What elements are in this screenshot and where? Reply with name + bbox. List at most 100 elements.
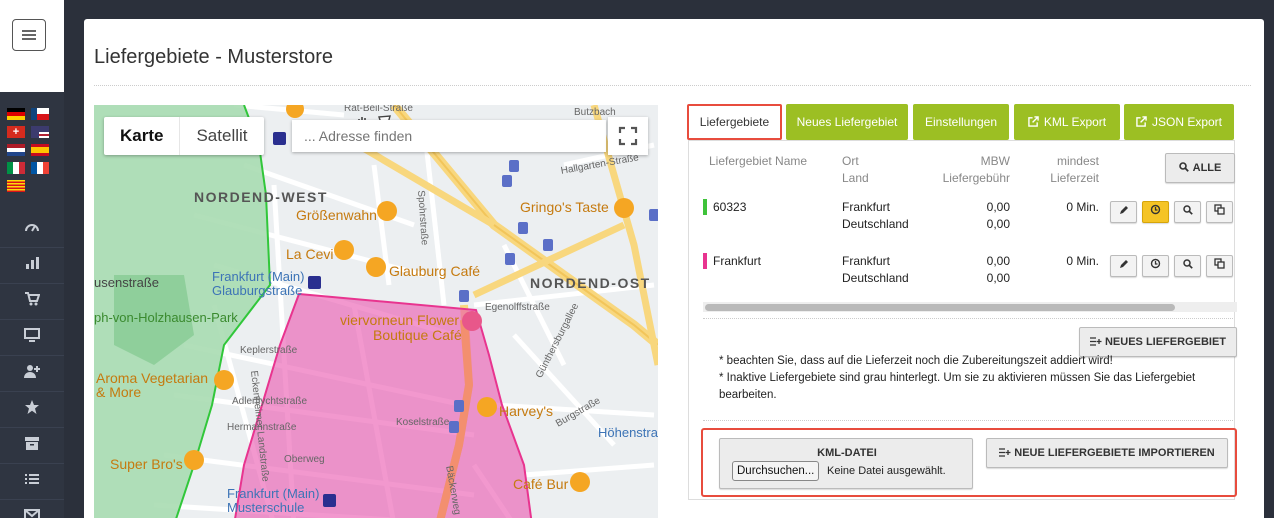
flag-nl-icon[interactable] [7, 144, 25, 156]
address-search-input[interactable] [292, 120, 606, 152]
row-min: 0 Min. [1066, 254, 1099, 268]
copy-button[interactable] [1206, 255, 1233, 277]
map-label-street: usenstraße [94, 275, 160, 290]
scrollbar-thumb[interactable] [705, 304, 1175, 311]
map-label-place: Gringo's Taste [520, 199, 609, 215]
list-add-icon [999, 448, 1011, 457]
pencil-icon [1119, 206, 1128, 214]
nav-terminal[interactable] [0, 320, 64, 356]
nav-orders[interactable] [0, 284, 64, 320]
import-areas-label: NEUE LIEFERGEBIETE IMPORTIEREN [1014, 447, 1215, 459]
menu-line-icon [22, 34, 36, 36]
page-title: Liefergebiete - Musterstore [94, 46, 334, 68]
header-ort: Ort [842, 154, 859, 168]
tab-liefergebiete[interactable]: Liefergebiete [687, 104, 782, 140]
nav-list[interactable] [0, 464, 64, 500]
kml-file-label: KML-DATEI [817, 447, 877, 459]
map-label-street: Koselstraße [396, 417, 450, 428]
external-link-icon [1136, 116, 1147, 127]
nav-customers[interactable] [0, 356, 64, 392]
map-type-control: Karte Satellit [104, 117, 264, 155]
row-min: 0 Min. [1066, 200, 1099, 214]
nav-archive[interactable] [0, 428, 64, 464]
search-icon [1178, 162, 1189, 172]
tab-json-export[interactable]: JSON Export [1124, 104, 1234, 140]
divider [703, 420, 1233, 421]
tab-label: JSON Export [1151, 115, 1223, 129]
map-label-district: NORDEND-WEST [194, 189, 328, 205]
search-icon [1182, 205, 1193, 215]
import-areas-button[interactable]: NEUE LIEFERGEBIETE IMPORTIEREN [986, 438, 1228, 468]
area-color-indicator [703, 199, 707, 215]
copy-button[interactable] [1206, 201, 1233, 223]
fullscreen-button[interactable] [608, 117, 648, 155]
title-divider [94, 85, 1251, 86]
map-label-street: Oberweg [284, 454, 325, 465]
row-name: Frankfurt [713, 254, 762, 268]
row-ort: Frankfurt [842, 254, 891, 268]
import-section: KML-DATEI Durchsuchen... Keine Datei aus… [701, 428, 1237, 497]
map-label-street: Egenolffstraße [485, 302, 550, 313]
header-min: Lieferzeit [1050, 171, 1099, 185]
table-horizontal-scrollbar[interactable] [703, 302, 1237, 312]
flag-us-icon[interactable] [31, 126, 50, 138]
row-name: 60323 [713, 200, 747, 214]
row-ort: Frankfurt [842, 200, 891, 214]
history-button[interactable] [1142, 255, 1169, 277]
history-icon [1150, 258, 1161, 269]
nav-ratings[interactable] [0, 392, 64, 428]
show-all-label: ALLE [1192, 162, 1222, 174]
map-label-street: Adlerflychtstraße [232, 396, 308, 407]
map-label-station: Musterschule [227, 500, 305, 515]
edit-button[interactable] [1110, 201, 1137, 223]
row-fee: 0,00 [986, 217, 1010, 231]
new-area-label: NEUES LIEFERGEBIET [1104, 336, 1227, 348]
edit-button[interactable] [1110, 255, 1137, 277]
show-all-button[interactable]: ALLE [1165, 153, 1235, 183]
map-label-place: Größenwahn [296, 207, 377, 223]
map-label-station: Frankfurt (Main) [212, 269, 305, 284]
flag-ch-icon[interactable]: + [7, 126, 25, 138]
pencil-icon [1119, 260, 1128, 268]
tab-einstellungen[interactable]: Einstellungen [913, 104, 1009, 140]
flag-fr-icon[interactable] [31, 162, 50, 174]
tab-kml-export[interactable]: KML Export [1014, 104, 1120, 140]
nav-dashboard[interactable] [0, 212, 64, 248]
history-button[interactable] [1142, 201, 1169, 223]
browse-file-button[interactable]: Durchsuchen... [732, 461, 820, 481]
tab-neues-liefergebiet[interactable]: Neues Liefergebiet [786, 104, 908, 140]
divider [703, 318, 1233, 319]
nav-mail[interactable] [0, 500, 64, 518]
list-icon [25, 474, 39, 484]
row-land: Deutschland [842, 217, 909, 231]
row-mbw: 0,00 [986, 200, 1010, 214]
map-label-place: & More [96, 384, 142, 400]
zoom-area-button[interactable] [1174, 255, 1201, 277]
menu-toggle-button[interactable] [12, 19, 46, 51]
map-type-map-button[interactable]: Karte [104, 117, 181, 155]
selected-file-status: Keine Datei ausgewählt. [827, 465, 946, 477]
map-type-satellite-button[interactable]: Satellit [180, 117, 263, 155]
map-label-place: Super Bro's [110, 456, 183, 472]
history-icon [1150, 204, 1161, 215]
zoom-area-button[interactable] [1174, 201, 1201, 223]
flag-it-icon[interactable] [7, 162, 25, 174]
star-icon [25, 400, 39, 414]
cart-icon [25, 292, 40, 306]
map-label-place: Boutique Café [373, 327, 462, 343]
dashboard-icon [25, 224, 39, 232]
search-icon [1182, 259, 1193, 269]
flag-ca-icon[interactable] [7, 180, 25, 192]
flag-es-icon[interactable] [31, 144, 50, 156]
map-label-district: NORDEND-OST [530, 275, 651, 291]
nav-statistics[interactable] [0, 248, 64, 284]
map-label-station: Frankfurt (Main) [227, 486, 320, 501]
fullscreen-icon [618, 126, 638, 146]
flag-cz-icon[interactable] [31, 108, 50, 120]
sidebar-header [0, 0, 64, 92]
mail-icon [24, 509, 40, 518]
map-label-street: Keplerstraße [240, 345, 298, 356]
delivery-map[interactable]: NORDEND-WEST NORDEND-OST Größenwahn Grin… [94, 105, 658, 518]
add-user-icon [24, 365, 40, 378]
flag-de-icon[interactable] [7, 108, 25, 120]
